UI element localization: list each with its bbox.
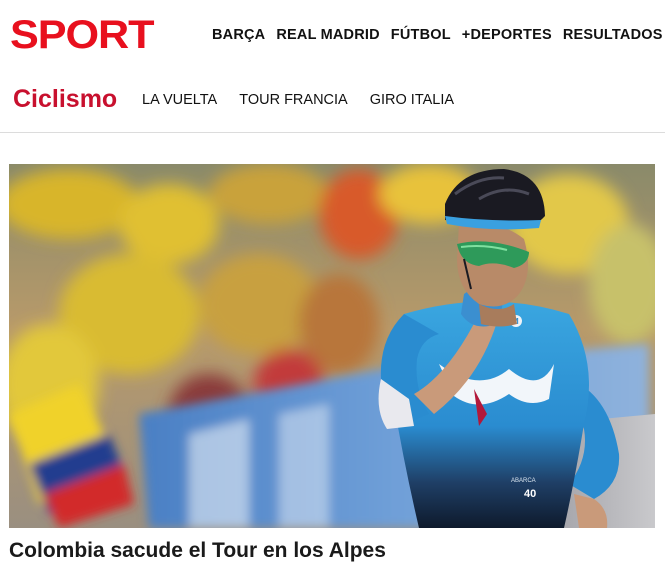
article-headline[interactable]: Colombia sacude el Tour en los Alpes (9, 539, 386, 563)
nav-barca-link[interactable]: BARÇA (212, 27, 265, 43)
main-nav: BARÇA REAL MADRID FÚTBOL +DEPORTES RESUL… (212, 27, 665, 43)
section-title-ciclismo[interactable]: Ciclismo (13, 85, 117, 114)
nav-mas-deportes-link[interactable]: +DEPORTES (462, 27, 552, 43)
section-bar: Ciclismo LA VUELTA TOUR FRANCIA GIRO ITA… (0, 72, 665, 133)
section-subnav: LA VUELTA TOUR FRANCIA GIRO ITALIA (142, 92, 476, 108)
sport-logo[interactable]: SPORT (10, 15, 154, 55)
jersey-sponsor-left: ABARCA (511, 478, 536, 484)
subnav-tour-francia-link[interactable]: TOUR FRANCIA (239, 92, 348, 108)
subnav-giro-italia-link[interactable]: GIRO ITALIA (370, 92, 454, 108)
nav-resultados-link[interactable]: RESULTADOS (563, 27, 663, 43)
subnav-la-vuelta-link[interactable]: LA VUELTA (142, 92, 217, 108)
top-header: SPORT BARÇA REAL MADRID FÚTBOL +DEPORTES… (0, 0, 665, 72)
jersey-number: 40 (524, 488, 536, 500)
nav-futbol-link[interactable]: FÚTBOL (391, 27, 451, 43)
hero-image-link[interactable]: 40 ABARCA M (9, 164, 655, 528)
hero-photo-cyclist: 40 ABARCA M (9, 164, 655, 528)
nav-real-madrid-link[interactable]: REAL MADRID (276, 27, 379, 43)
